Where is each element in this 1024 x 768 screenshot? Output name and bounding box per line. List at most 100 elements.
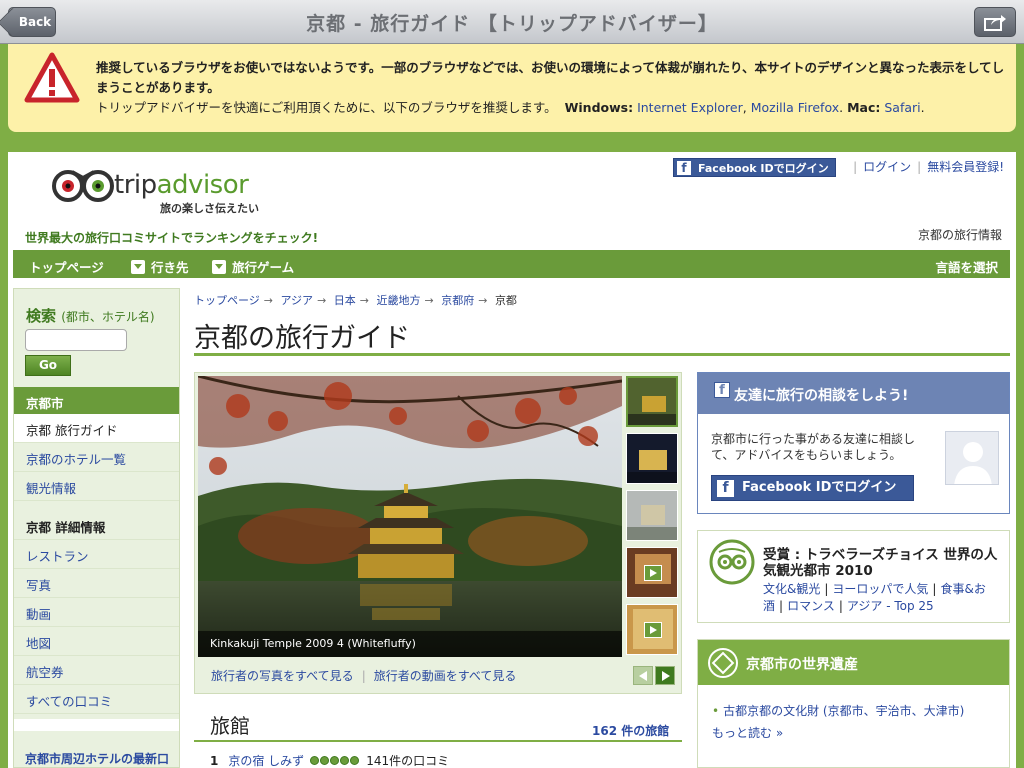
breadcrumb-item[interactable]: 日本 [334, 294, 356, 307]
thumbnail-3[interactable] [626, 490, 678, 541]
sidebar-section-city[interactable]: 京都市 [14, 387, 179, 414]
period-separator: . [920, 100, 925, 115]
ryokan-review-count[interactable]: 141件の口コミ [366, 752, 449, 768]
breadcrumb: トップページ → アジア → 日本 → 近畿地方 → 京都府 → 京都 [194, 292, 517, 308]
award-link-romance[interactable]: ロマンス [787, 599, 835, 613]
main-photo[interactable]: Kinkakuji Temple 2009 4 (Whitefluffy) [198, 376, 622, 657]
sidebar-item-sightseeing[interactable]: 観光情報 [14, 472, 179, 501]
search-label: 検索 (都市、ホテル名) [26, 305, 155, 326]
arrow-right-icon: → [359, 294, 369, 307]
breadcrumb-item[interactable]: トップページ [194, 294, 260, 307]
sidebar-item-kyoto-guide[interactable]: 京都 旅行ガイド [14, 414, 179, 443]
nav-destinations[interactable]: 行き先 [131, 257, 189, 276]
facebook-icon: f [714, 382, 730, 398]
logo-subtitle: 旅の楽しさ伝えたい [160, 202, 259, 215]
link-firefox[interactable]: Mozilla Firefox [751, 100, 839, 115]
avatar-placeholder-icon [945, 431, 999, 485]
browser-top-bar: Back 京都 - 旅行ガイド 【トリップアドバイザー】 [0, 0, 1024, 44]
left-sidebar: 検索 (都市、ホテル名) Go 京都市 京都 旅行ガイド 京都のホテル一覧 観光… [13, 288, 180, 768]
search-input[interactable] [25, 329, 127, 351]
browser-warning-banner: 推奨しているブラウザをお使いではないようです。一部のブラウザなどでは、お使いの環… [8, 44, 1016, 132]
sidebar-item-map[interactable]: 地図 [14, 627, 179, 656]
warning-line-2: トリップアドバイザーを快適にご利用頂くために、以下のブラウザを推奨します。 [96, 100, 557, 115]
sidebar-item-all-reviews[interactable]: すべての口コミ [14, 685, 179, 714]
dropdown-icon [131, 259, 145, 274]
tripadvisor-wordmark[interactable]: tripadvisor [114, 170, 249, 200]
award-category-links: 文化&観光 | ヨーロッパで人気 | 食事&お酒 | ロマンス | アジア - Top 25 [763, 582, 986, 613]
facebook-login-button-large[interactable]: f Facebook IDでログイン [711, 475, 914, 501]
nav-destinations-label: 行き先 [151, 260, 189, 275]
go-button[interactable]: Go [25, 355, 71, 376]
gallery-links: 旅行者の写真をすべて見る | 旅行者の動画をすべて見る [211, 669, 517, 683]
period-separator: . [839, 100, 844, 115]
all-videos-link[interactable]: 旅行者の動画をすべて見る [374, 669, 517, 683]
gallery-next-button[interactable] [655, 666, 675, 685]
award-link-asia[interactable]: アジア - Top 25 [847, 599, 934, 613]
account-links: | ログイン | 無料会員登録! [853, 160, 1004, 174]
photo-caption: Kinkakuji Temple 2009 4 (Whitefluffy) [198, 631, 622, 657]
search-title: 検索 [26, 307, 57, 325]
world-heritage-emblem-icon [708, 648, 738, 678]
link-safari[interactable]: Safari [884, 100, 920, 115]
facebook-login-label: Facebook IDでログイン [698, 162, 829, 175]
logo-advisor: advisor [156, 170, 249, 200]
city-info-label: 京都の旅行情報 [917, 228, 1002, 242]
facebook-icon: f [677, 161, 691, 175]
rating-bubbles-icon [310, 756, 360, 765]
world-heritage-item[interactable]: 古都京都の文化財 (京都市、宇治市、大津市) [712, 702, 964, 719]
breadcrumb-item[interactable]: 近畿地方 [377, 294, 421, 307]
facebook-login-button-small[interactable]: f Facebook IDでログイン [673, 158, 836, 177]
ryokan-name-link[interactable]: 京の宿 しみず [228, 752, 304, 768]
award-link-culture[interactable]: 文化&観光 [763, 582, 820, 596]
sidebar-item-hotels[interactable]: 京都のホテル一覧 [14, 443, 179, 472]
login-link[interactable]: ログイン [863, 160, 911, 174]
read-more-link[interactable]: もっと読む » [712, 724, 783, 741]
sidebar-item-photos[interactable]: 写真 [14, 569, 179, 598]
tripadvisor-owl-logo[interactable] [52, 166, 114, 202]
breadcrumb-item[interactable]: 京都府 [441, 294, 474, 307]
back-button-label: Back [18, 15, 52, 29]
play-icon [644, 622, 662, 638]
nav-language-label: 言語を選択 [935, 260, 998, 275]
thumbnail-2[interactable] [626, 433, 678, 484]
page-content: tripadvisor 旅の楽しさ伝えたい f Facebook IDでログイン… [8, 152, 1016, 768]
breadcrumb-current: 京都 [494, 294, 517, 307]
link-internet-explorer[interactable]: Internet Explorer [637, 100, 743, 115]
arrow-right-icon: → [424, 294, 434, 307]
windows-label: Windows: [564, 100, 634, 115]
travelers-choice-award-box: 受賞 : トラベラーズチョイス 世界の人気観光都市 2010 文化&観光 | ヨーロ… [697, 530, 1010, 623]
photo-gallery: Kinkakuji Temple 2009 4 (Whitefluffy) 旅行… [194, 372, 682, 694]
world-heritage-header: 京都市の世界遺産 [698, 640, 1009, 685]
nav-language[interactable]: 言語を選択 [935, 257, 998, 276]
award-emblem-icon [709, 539, 755, 585]
nav-home[interactable]: トップページ [29, 257, 104, 276]
sidebar-item-restaurants[interactable]: レストラン [14, 540, 179, 569]
gallery-prev-button[interactable] [633, 666, 653, 685]
page-title: 京都の旅行ガイド [194, 323, 410, 354]
arrow-right-icon: → [317, 294, 327, 307]
breadcrumb-item[interactable]: アジア [281, 294, 314, 307]
nav-games[interactable]: 旅行ゲーム [212, 257, 294, 276]
site-tagline: 世界最大の旅行口コミサイトでランキングをチェック! [25, 231, 319, 245]
register-link[interactable]: 無料会員登録! [927, 160, 1004, 174]
world-heritage-box: 京都市の世界遺産 古都京都の文化財 (京都市、宇治市、大津市) もっと読む » [697, 639, 1010, 768]
thumbnail-4-video[interactable] [626, 547, 678, 598]
award-link-europe[interactable]: ヨーロッパで人気 [832, 582, 928, 596]
all-photos-link[interactable]: 旅行者の写真をすべて見る [211, 669, 354, 683]
facebook-box-text: 京都市に行った事がある友達に相談して、アドバイスをもらいましょう。 [711, 432, 916, 462]
warning-line-1: 推奨しているブラウザをお使いではないようです。一部のブラウザなどでは、お使いの環… [96, 60, 1005, 95]
share-button[interactable] [974, 7, 1016, 37]
search-hint: (都市、ホテル名) [61, 310, 155, 324]
sidebar-item-flights[interactable]: 航空券 [14, 656, 179, 685]
thumbnail-5-video[interactable] [626, 604, 678, 655]
ryokan-count-link[interactable]: 162 件の旅館 [592, 722, 669, 739]
share-icon [984, 15, 1006, 31]
sidebar-item-videos[interactable]: 動画 [14, 598, 179, 627]
nav-home-label: トップページ [29, 260, 104, 275]
ryokan-divider [194, 740, 682, 742]
sidebar-section-detail: 京都 詳細情報 [14, 511, 179, 540]
nav-games-label: 旅行ゲーム [232, 260, 295, 275]
sidebar-latest-reviews-link[interactable]: 京都市周辺ホテルの最新口コミ情報 [25, 751, 175, 768]
thumbnail-1[interactable] [626, 376, 678, 427]
warning-text: 推奨しているブラウザをお使いではないようです。一部のブラウザなどでは、お使いの環… [96, 58, 1011, 118]
